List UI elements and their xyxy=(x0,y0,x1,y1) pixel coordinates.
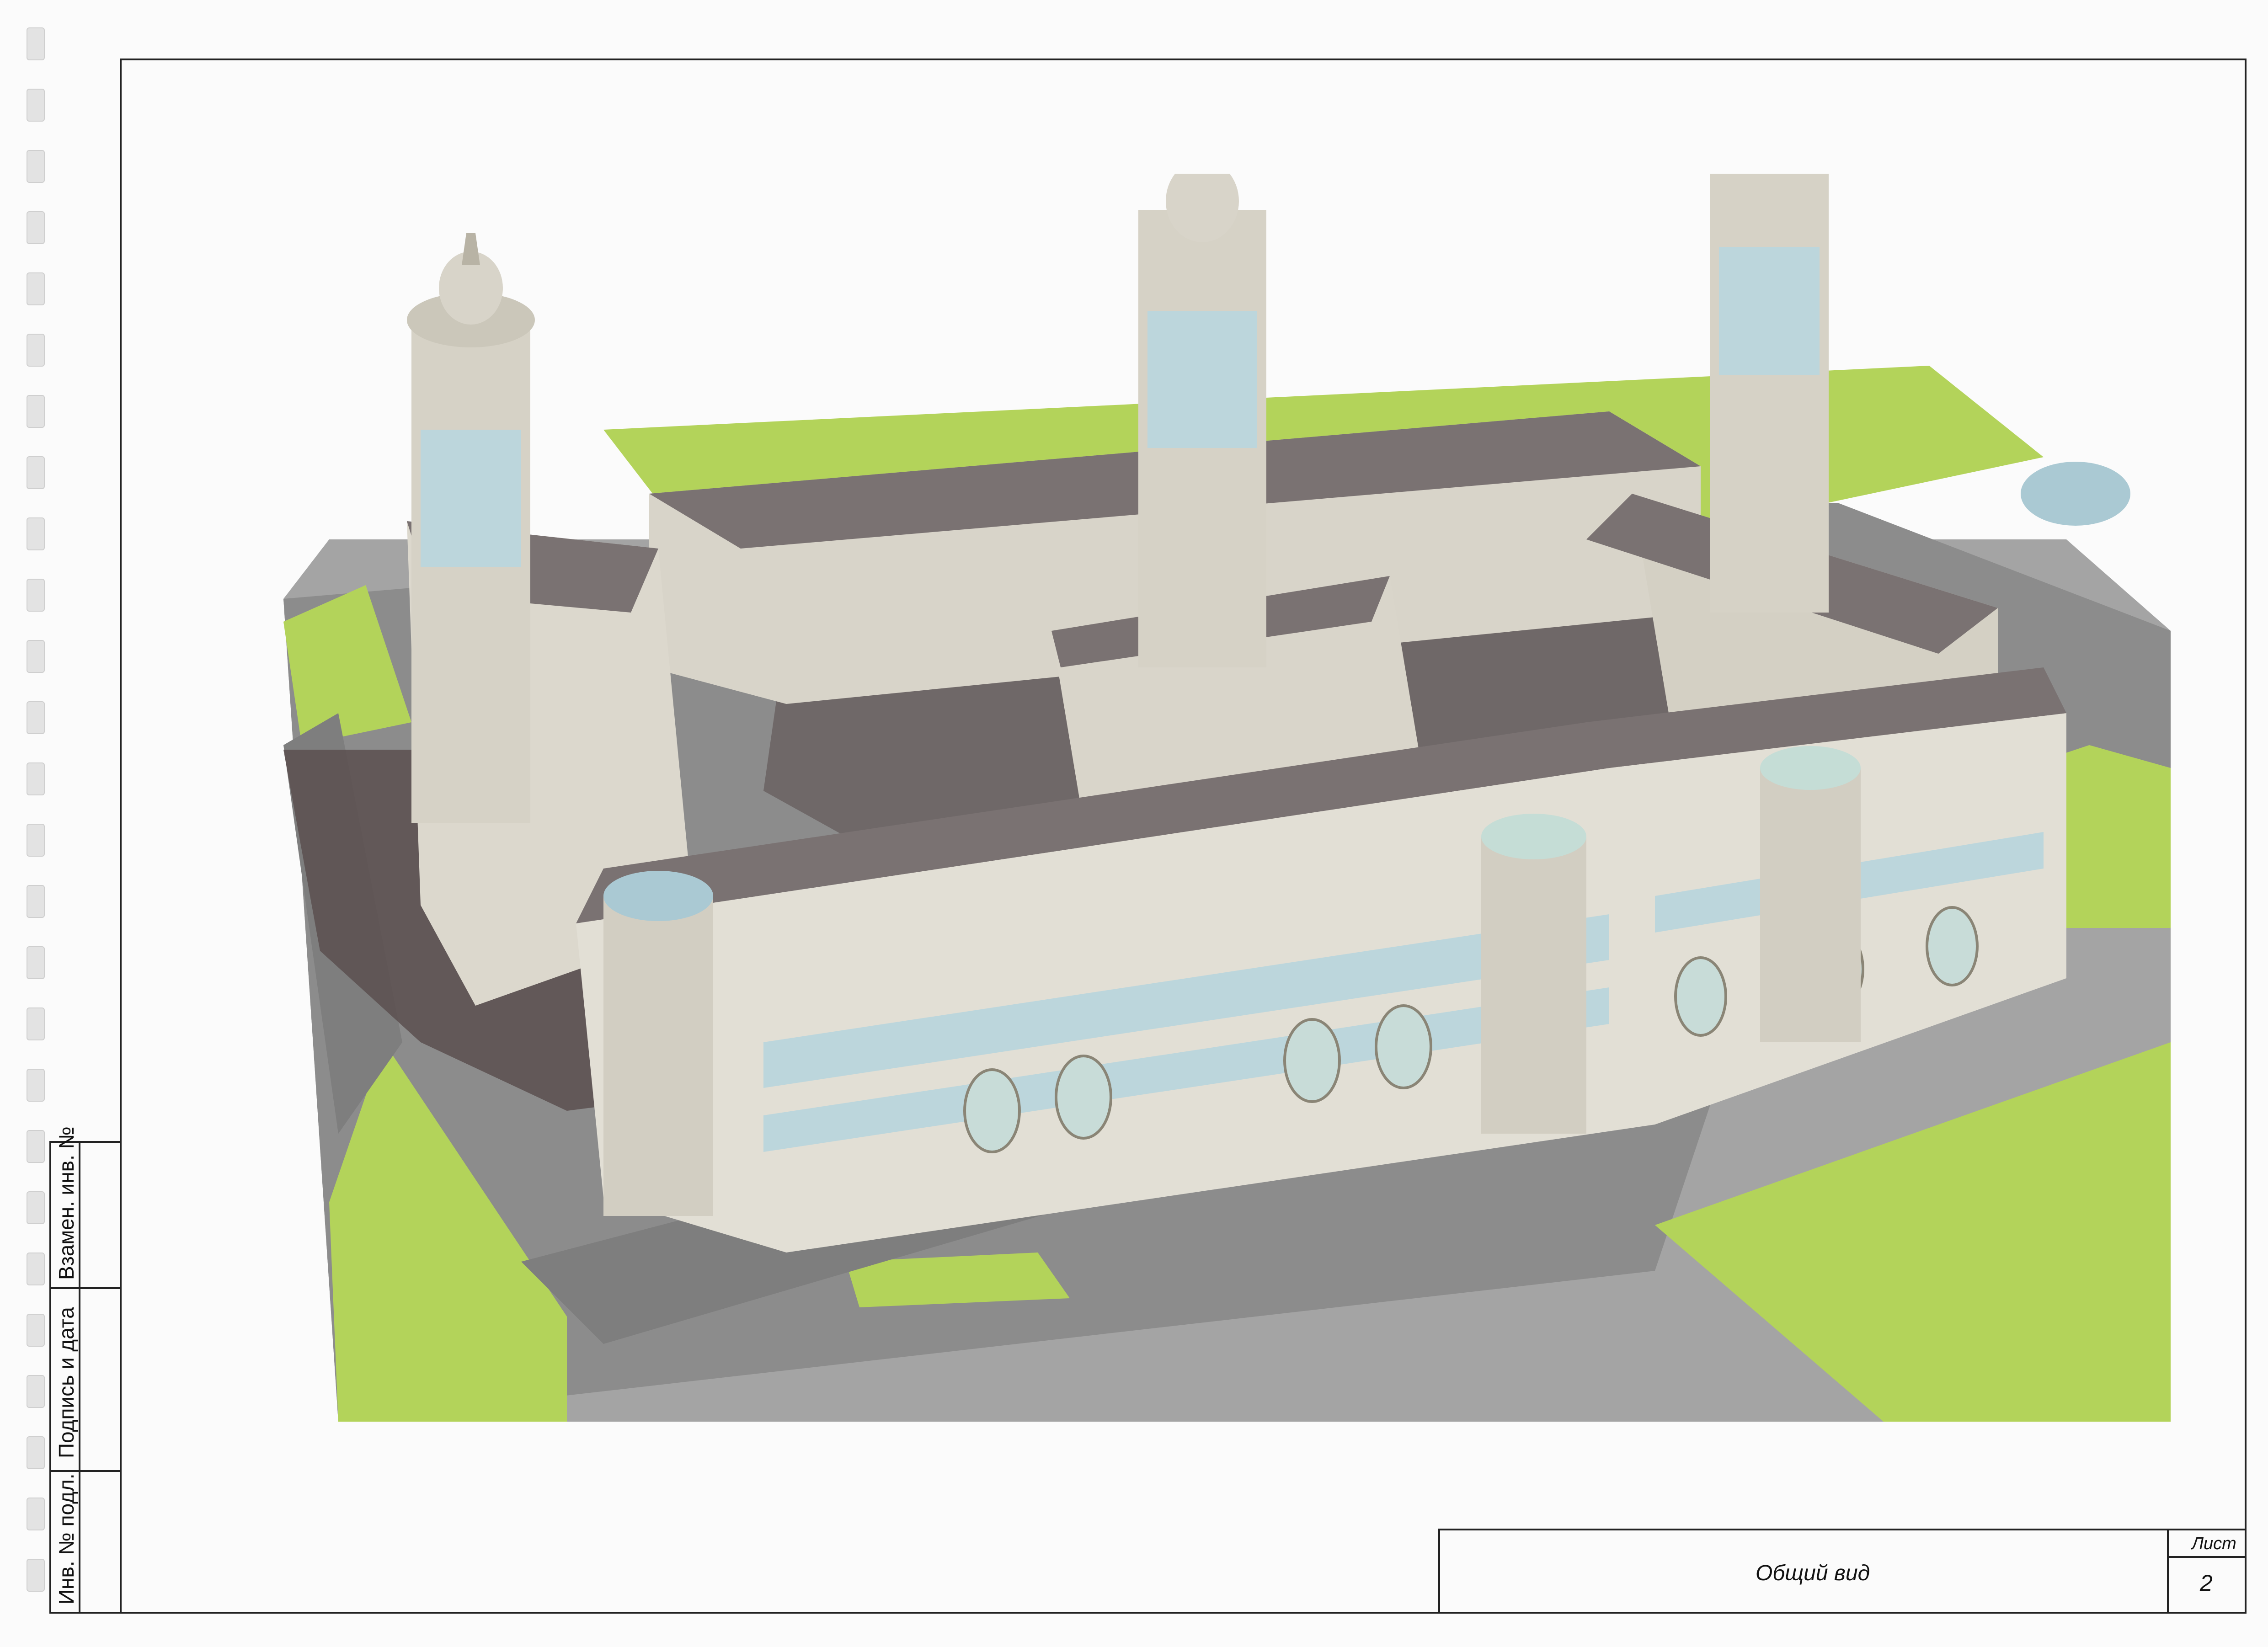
perforation-hole xyxy=(27,211,45,244)
perforation-hole xyxy=(27,1007,45,1040)
perforation-hole xyxy=(27,701,45,734)
perforation-hole xyxy=(27,27,45,60)
perforation-hole xyxy=(27,517,45,550)
perforation-hole xyxy=(27,1130,45,1163)
perforation-hole xyxy=(27,334,45,367)
perforation-hole xyxy=(27,272,45,305)
perforation-hole xyxy=(27,150,45,183)
stamp-label-replacement-inv: Взамен. инв. № xyxy=(54,1126,78,1280)
perforation-hole xyxy=(27,885,45,918)
stamp-label-original-inv: Инв. № подл. xyxy=(54,1473,78,1604)
perforation-hole xyxy=(27,395,45,428)
stamp-cell-signature-date-value xyxy=(79,1289,120,1472)
perforation-hole xyxy=(27,762,45,795)
title-block: Общий вид Лист 2 xyxy=(1438,1529,2247,1614)
sheet-number: 2 xyxy=(2200,1570,2213,1596)
sheet-label: Лист xyxy=(2192,1534,2236,1553)
stamp-label-signature-date: Подпись и дата xyxy=(54,1307,78,1458)
side-stamp: Взамен. инв. № Подпись и дата Инв. № под… xyxy=(49,1126,122,1614)
stamp-cell-replacement-inv-value xyxy=(79,1143,120,1289)
title-block-main-cell: Общий вид xyxy=(1440,1530,2167,1612)
perforation-hole xyxy=(27,1069,45,1102)
sheet-label-cell: Лист xyxy=(2167,1530,2245,1558)
perforation-hole xyxy=(27,89,45,122)
perforation-hole xyxy=(27,824,45,857)
perforation-hole xyxy=(27,456,45,489)
binding-perforation xyxy=(27,27,45,1627)
perforation-hole xyxy=(27,946,45,979)
drawing-title: Общий вид xyxy=(1756,1561,1870,1585)
drawing-sheet: Взамен. инв. № Подпись и дата Инв. № под… xyxy=(0,0,2268,1647)
perforation-hole xyxy=(27,579,45,612)
perforation-hole xyxy=(27,1191,45,1224)
perforation-hole xyxy=(27,1436,45,1469)
stamp-cell-original-inv-value xyxy=(79,1472,120,1612)
sheet-number-cell: 2 xyxy=(2167,1558,2245,1612)
perforation-hole xyxy=(27,640,45,673)
perforation-hole xyxy=(27,1498,45,1530)
perforation-hole xyxy=(27,1314,45,1347)
architectural-render-image xyxy=(283,174,2171,1422)
perforation-hole xyxy=(27,1253,45,1285)
perforation-hole xyxy=(27,1559,45,1592)
perforation-hole xyxy=(27,1375,45,1408)
